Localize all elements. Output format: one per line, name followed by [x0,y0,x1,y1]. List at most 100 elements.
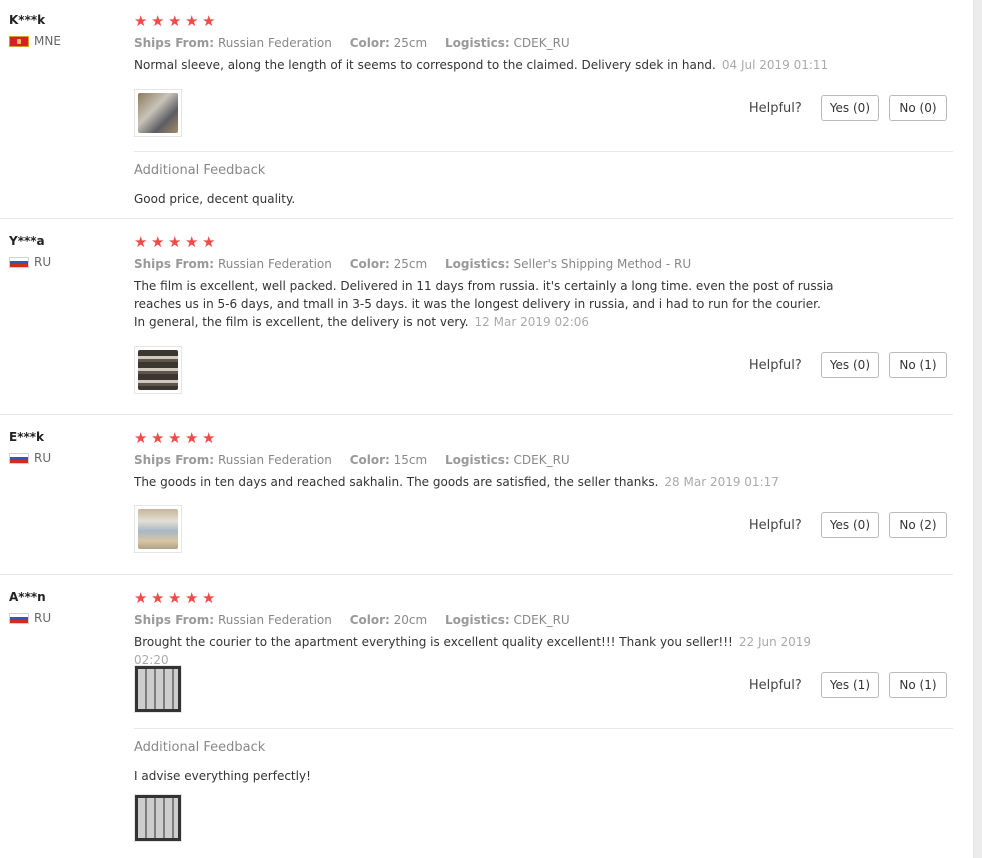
logistics-label: Logistics: [445,36,510,50]
helpful-yes-button[interactable]: Yes (0) [820,512,879,538]
star-rating: ★ ★ ★ ★ ★ [134,232,953,252]
review-meta: Ships From: Russian Federation Color: 25… [134,255,953,273]
star-icon: ★ [202,12,216,30]
review-text: The goods in ten days and reached sakhal… [134,475,659,489]
country-code: RU [34,451,52,465]
helpful-no-button[interactable]: No (1) [889,672,947,698]
additional-review-photo[interactable] [134,794,182,842]
reviewer-name: Y***a [9,234,45,248]
reviewer-country: RU [9,255,129,269]
ships-from-value: Russian Federation [217,613,332,627]
color-value: 25cm [393,36,428,50]
helpful-label: Helpful? [748,517,802,533]
photo-image [138,350,178,390]
vertical-scrollbar[interactable] [973,0,982,858]
logistics-label: Logistics: [445,453,510,467]
review-text-block: The goods in ten days and reached sakhal… [134,473,834,491]
reviewer-info: K***k MNE [9,12,129,48]
ships-from-label: Ships From: [134,453,215,467]
photo-image [138,669,178,709]
star-icon: ★ [168,589,182,607]
review-content: ★ ★ ★ ★ ★ Ships From: Russian Federation Col… [134,232,953,331]
additional-feedback-text: Good price, decent quality. [134,192,296,206]
review-photo[interactable] [134,346,182,394]
photo-image [138,93,178,133]
review-meta: Ships From: Russian Federation Color: 25… [134,34,953,52]
review-date: 04 Jul 2019 01:11 [721,58,829,72]
helpful-yes-button[interactable]: Yes (0) [820,352,879,378]
color-label: Color: [349,257,390,271]
photo-image [138,509,178,549]
ships-from-value: Russian Federation [217,36,332,50]
reviewer-name: K***k [9,13,46,27]
additional-divider [134,728,953,729]
helpful-yes-button[interactable]: Yes (1) [820,672,879,698]
star-icon: ★ [134,429,148,447]
additional-feedback-title: Additional Feedback [134,163,266,178]
star-icon: ★ [151,429,165,447]
logistics-value: CDEK_RU [513,36,570,50]
ships-from-value: Russian Federation [217,257,332,271]
helpful-no-button[interactable]: No (2) [889,512,947,538]
helpful-no-button[interactable]: No (1) [889,352,947,378]
star-icon: ★ [151,233,165,251]
star-icon: ★ [185,233,199,251]
country-code: MNE [34,34,61,48]
additional-feedback-title: Additional Feedback [134,740,266,755]
review-meta: Ships From: Russian Federation Color: 20… [134,611,953,629]
review-text: Normal sleeve, along the length of it se… [134,58,716,72]
review-item: K***k MNE ★ ★ ★ ★ ★ Ships From: Russian Fede… [0,0,953,219]
additional-feedback-text: I advise everything perfectly! [134,769,311,783]
review-photo[interactable] [134,505,182,553]
helpful-vote: Helpful? Yes (0) No (1) [749,352,947,378]
helpful-label: Helpful? [748,357,802,373]
review-content: ★ ★ ★ ★ ★ Ships From: Russian Federation Col… [134,428,953,491]
star-icon: ★ [185,429,199,447]
reviewer-name: E***k [9,430,45,444]
star-icon: ★ [202,233,216,251]
logistics-label: Logistics: [445,257,510,271]
russia-flag-icon [9,452,29,464]
helpful-no-button[interactable]: No (0) [889,95,947,121]
reviewer-name: A***n [9,590,46,604]
reviewer-country: RU [9,611,129,625]
review-date: 12 Mar 2019 02:06 [474,315,590,329]
reviewer-country: RU [9,451,129,465]
logistics-value: Seller's Shipping Method - RU [513,257,692,271]
star-icon: ★ [168,233,182,251]
reviewer-info: Y***a RU [9,233,129,269]
review-photo[interactable] [134,89,182,137]
ships-from-label: Ships From: [134,36,215,50]
logistics-value: CDEK_RU [513,613,570,627]
color-value: 15cm [393,453,428,467]
color-label: Color: [349,453,390,467]
helpful-yes-button[interactable]: Yes (0) [820,95,879,121]
star-icon: ★ [202,589,216,607]
star-rating: ★ ★ ★ ★ ★ [134,588,953,608]
photo-image [138,798,178,838]
helpful-label: Helpful? [748,677,802,693]
star-icon: ★ [134,233,148,251]
review-photo[interactable] [134,665,182,713]
review-item: E***k RU ★ ★ ★ ★ ★ Ships From: Russian Feder… [0,415,953,575]
star-icon: ★ [151,589,165,607]
color-label: Color: [349,613,390,627]
review-item: A***n RU ★ ★ ★ ★ ★ Ships From: Russian Feder… [0,575,953,858]
review-text-block: Brought the courier to the apartment eve… [134,633,834,669]
star-rating: ★ ★ ★ ★ ★ [134,11,953,31]
helpful-label: Helpful? [748,100,802,116]
review-text-block: The film is excellent, well packed. Deli… [134,277,834,331]
review-date: 28 Mar 2019 01:17 [664,475,779,489]
helpful-vote: Helpful? Yes (0) No (0) [749,95,947,121]
reviewer-info: E***k RU [9,429,129,465]
helpful-vote: Helpful? Yes (0) No (2) [749,512,947,538]
review-content: ★ ★ ★ ★ ★ Ships From: Russian Federation Col… [134,11,953,74]
montenegro-flag-icon [9,35,29,47]
star-icon: ★ [134,589,148,607]
country-code: RU [34,255,52,269]
star-icon: ★ [134,12,148,30]
reviewer-info: A***n RU [9,589,129,625]
star-icon: ★ [202,429,216,447]
star-rating: ★ ★ ★ ★ ★ [134,428,953,448]
star-icon: ★ [185,12,199,30]
